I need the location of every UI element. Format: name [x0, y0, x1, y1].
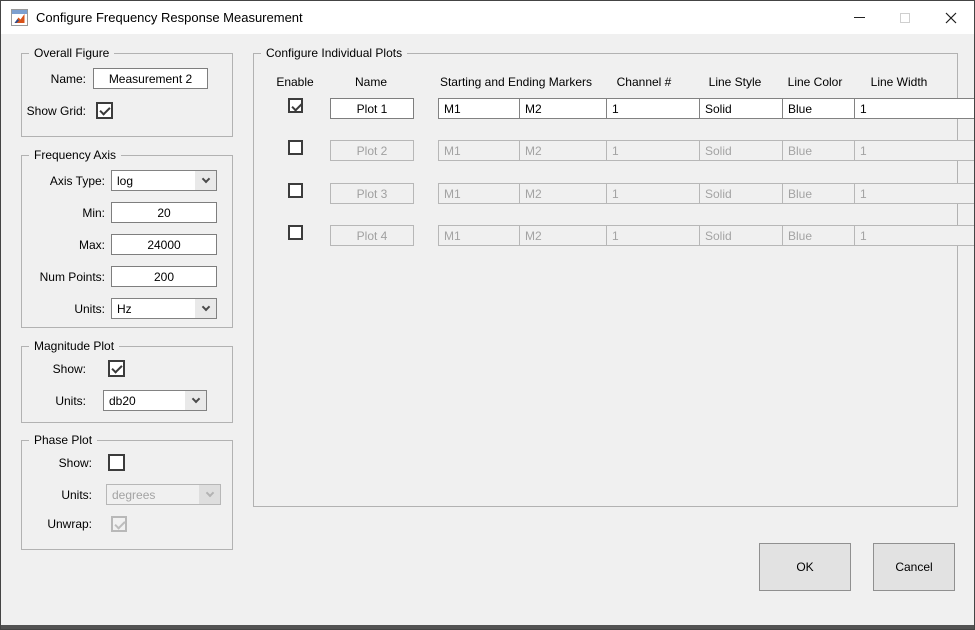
name-label: Name: [22, 72, 92, 86]
freq-units-value: Hz [112, 299, 195, 318]
phase-show-label: Show: [22, 456, 98, 470]
figure-name-input[interactable] [93, 68, 208, 89]
window-controls [836, 1, 974, 34]
plot4-enable-checkbox[interactable] [288, 225, 303, 240]
header-name: Name [355, 75, 387, 89]
plot4-line-width-dropdown: 1 [854, 225, 975, 246]
num-points-label: Num Points: [22, 270, 111, 284]
minimize-icon [854, 17, 865, 18]
axis-type-value: log [112, 171, 195, 190]
plot3-line-width-dropdown: 1 [854, 183, 975, 204]
phase-units-label: Units: [22, 488, 98, 502]
phase-units-dropdown: degrees [106, 484, 221, 505]
header-line-width: Line Width [871, 75, 928, 89]
window-bottom-edge [1, 625, 974, 629]
unwrap-label: Unwrap: [22, 517, 98, 531]
plot2-enable-checkbox[interactable] [288, 140, 303, 155]
overall-figure-group: Overall Figure Name: Show Grid: [21, 53, 233, 137]
freq-units-label: Units: [22, 302, 111, 316]
maximize-icon [900, 13, 910, 23]
plot3-name-input [330, 183, 414, 204]
max-input[interactable] [111, 234, 217, 255]
plot1-name-input[interactable] [330, 98, 414, 119]
plot1-line-width-value: 1 [855, 99, 975, 118]
dialog-window: Configure Frequency Response Measurement… [0, 0, 975, 630]
magnitude-show-checkbox[interactable] [108, 360, 125, 377]
chevron-down-icon [195, 299, 216, 318]
header-line-style: Line Style [709, 75, 762, 89]
header-markers: Starting and Ending Markers [440, 75, 592, 89]
phase-plot-title: Phase Plot [29, 433, 97, 447]
show-grid-label: Show Grid: [22, 104, 92, 118]
maximize-button [882, 1, 928, 34]
magnitude-show-label: Show: [22, 362, 92, 376]
close-button[interactable] [928, 1, 974, 34]
plot3-line-width-value: 1 [855, 184, 975, 203]
header-enable: Enable [276, 75, 313, 89]
frequency-axis-group: Frequency Axis Axis Type: log Min: Max: [21, 155, 233, 328]
dialog-body: Overall Figure Name: Show Grid: Frequenc… [1, 34, 974, 625]
plot3-enable-checkbox[interactable] [288, 183, 303, 198]
freq-units-dropdown[interactable]: Hz [111, 298, 217, 319]
chevron-down-icon [185, 391, 206, 410]
individual-plots-group: Configure Individual Plots Enable Name S… [253, 53, 958, 507]
phase-show-checkbox[interactable] [108, 454, 125, 471]
magnitude-units-label: Units: [22, 394, 92, 408]
overall-figure-title: Overall Figure [29, 46, 114, 60]
matlab-figure-icon [11, 9, 28, 26]
plot-row-3: M1 M2 1 Solid [254, 183, 957, 205]
chevron-down-icon [195, 171, 216, 190]
axis-type-dropdown[interactable]: log [111, 170, 217, 191]
chevron-down-icon [199, 485, 220, 504]
plot-row-4: M1 M2 1 Solid [254, 225, 957, 247]
max-label: Max: [22, 238, 111, 252]
magnitude-units-dropdown[interactable]: db20 [103, 390, 207, 411]
plot1-enable-checkbox[interactable] [288, 98, 303, 113]
magnitude-plot-title: Magnitude Plot [29, 339, 119, 353]
plot4-name-input [330, 225, 414, 246]
plot4-line-width-value: 1 [855, 226, 975, 245]
header-channel: Channel # [617, 75, 672, 89]
header-line-color: Line Color [788, 75, 843, 89]
title-bar: Configure Frequency Response Measurement [1, 1, 974, 34]
plot-row-1: M1 M2 1 Solid [254, 98, 957, 120]
ok-button[interactable]: OK [759, 543, 851, 591]
min-input[interactable] [111, 202, 217, 223]
plot2-name-input [330, 140, 414, 161]
min-label: Min: [22, 206, 111, 220]
show-grid-checkbox[interactable] [96, 102, 113, 119]
plot2-line-width-dropdown: 1 [854, 140, 975, 161]
magnitude-plot-group: Magnitude Plot Show: Units: db20 [21, 346, 233, 423]
cancel-button[interactable]: Cancel [873, 543, 955, 591]
window-title: Configure Frequency Response Measurement [36, 10, 303, 25]
num-points-input[interactable] [111, 266, 217, 287]
frequency-axis-title: Frequency Axis [29, 148, 121, 162]
unwrap-checkbox [111, 516, 127, 532]
phase-plot-group: Phase Plot Show: Units: degrees Unwrap: [21, 440, 233, 550]
plot1-line-width-dropdown[interactable]: 1 [854, 98, 975, 119]
axis-type-label: Axis Type: [22, 174, 111, 188]
close-icon [945, 12, 957, 24]
plot2-line-width-value: 1 [855, 141, 975, 160]
minimize-button[interactable] [836, 1, 882, 34]
phase-units-value: degrees [107, 485, 199, 504]
plot-row-2: M1 M2 1 Solid [254, 140, 957, 162]
magnitude-units-value: db20 [104, 391, 185, 410]
